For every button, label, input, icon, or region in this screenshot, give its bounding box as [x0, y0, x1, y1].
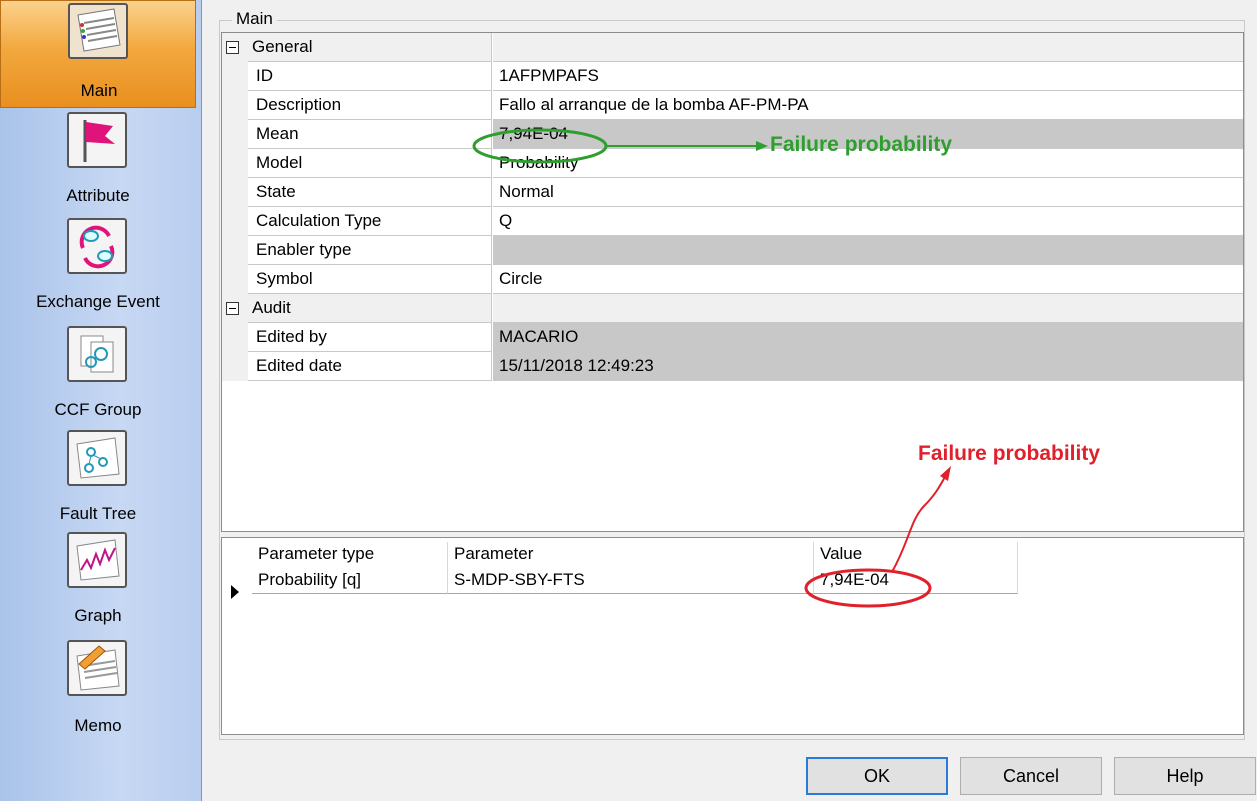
- ccf-group-icon: [67, 326, 127, 382]
- property-row-description[interactable]: Description Fallo al arranque de la bomb…: [222, 91, 1243, 120]
- property-value[interactable]: Fallo al arranque de la bomba AF-PM-PA: [493, 91, 1243, 120]
- property-label: ID: [248, 62, 492, 91]
- property-label: Enabler type: [248, 236, 492, 265]
- property-row-state[interactable]: State Normal: [222, 178, 1243, 207]
- grid-gutter: [222, 323, 248, 352]
- annotation-label-value: Failure probability: [918, 442, 1101, 465]
- column-header-parameter-type[interactable]: Parameter type: [252, 542, 448, 568]
- property-row-symbol[interactable]: Symbol Circle: [222, 265, 1243, 294]
- nav-item-label: Graph: [74, 606, 122, 625]
- nav-item-label: CCF Group: [54, 400, 142, 419]
- flag-icon: [67, 112, 127, 168]
- grid-gutter: [222, 207, 248, 236]
- property-value[interactable]: 15/11/2018 12:49:23: [493, 352, 1243, 381]
- annotation-label-mean: Failure probability: [770, 133, 953, 156]
- property-row-id[interactable]: ID 1AFPMPAFS: [222, 62, 1243, 91]
- column-header-value[interactable]: Value: [814, 542, 1018, 568]
- category-label: Audit: [248, 294, 492, 323]
- help-button[interactable]: Help: [1114, 757, 1256, 795]
- ok-button[interactable]: OK: [806, 757, 948, 795]
- category-value: [493, 294, 1243, 323]
- table-header: Parameter type Parameter Value: [222, 542, 1018, 568]
- property-row-mean[interactable]: Mean 7,94E-04: [222, 120, 1243, 149]
- group-title: Main: [232, 9, 277, 29]
- grid-gutter: [222, 265, 248, 294]
- memo-pencil-icon: [67, 640, 127, 696]
- grid-gutter: [222, 352, 248, 381]
- property-value[interactable]: Circle: [493, 265, 1243, 294]
- cell-value[interactable]: 7,94E-04: [814, 568, 1018, 594]
- category-value: [493, 33, 1243, 62]
- property-label: Calculation Type: [248, 207, 492, 236]
- grid-gutter: [222, 294, 248, 323]
- grid-gutter: [222, 236, 248, 265]
- property-row-model[interactable]: Model Probability: [222, 149, 1243, 178]
- property-row-edited-by[interactable]: Edited by MACARIO: [222, 323, 1243, 352]
- category-general[interactable]: General: [222, 33, 1243, 62]
- grid-gutter: [222, 62, 248, 91]
- cancel-button[interactable]: Cancel: [960, 757, 1102, 795]
- category-label: General: [248, 33, 492, 62]
- nav-item-label: Memo: [74, 716, 122, 735]
- property-row-enabler-type[interactable]: Enabler type: [222, 236, 1243, 265]
- property-value[interactable]: [493, 236, 1243, 265]
- property-label: Description: [248, 91, 492, 120]
- navigation-panel: Main Attribute Exchange Event CCF Group …: [0, 0, 202, 801]
- table-row[interactable]: Probability [q] S-MDP-SBY-FTS 7,94E-04: [222, 568, 1018, 594]
- nav-item-memo[interactable]: Memo: [0, 640, 196, 738]
- property-label: Model: [248, 149, 492, 178]
- main-doc-icon: [68, 3, 128, 59]
- property-value[interactable]: Q: [493, 207, 1243, 236]
- nav-item-main[interactable]: Main: [0, 0, 196, 108]
- property-row-edited-date[interactable]: Edited date 15/11/2018 12:49:23: [222, 352, 1243, 381]
- property-label: Edited by: [248, 323, 492, 352]
- property-label: State: [248, 178, 492, 207]
- nav-item-label: Attribute: [66, 186, 130, 205]
- property-value[interactable]: MACARIO: [493, 323, 1243, 352]
- fault-tree-icon: [67, 430, 127, 486]
- nav-item-label: Fault Tree: [59, 504, 137, 523]
- nav-item-fault-tree[interactable]: Fault Tree: [0, 430, 196, 528]
- grid-gutter: [222, 91, 248, 120]
- property-row-calculation-type[interactable]: Calculation Type Q: [222, 207, 1243, 236]
- property-label: Symbol: [248, 265, 492, 294]
- cell-parameter[interactable]: S-MDP-SBY-FTS: [448, 568, 814, 594]
- nav-item-attribute[interactable]: Attribute: [0, 112, 196, 210]
- collapse-icon[interactable]: [226, 302, 239, 315]
- property-label: Mean: [248, 120, 492, 149]
- nav-item-label: Main: [80, 81, 118, 100]
- nav-item-ccf-group[interactable]: CCF Group: [0, 326, 196, 424]
- cell-parameter-type[interactable]: Probability [q]: [252, 568, 448, 594]
- exchange-cycle-icon: [67, 218, 127, 274]
- nav-item-label: Exchange Event: [36, 292, 160, 311]
- parameter-table[interactable]: Parameter type Parameter Value Probabili…: [221, 537, 1244, 735]
- nav-item-exchange-event[interactable]: Exchange Event: [0, 218, 196, 316]
- grid-gutter: [222, 120, 248, 149]
- property-value[interactable]: Normal: [493, 178, 1243, 207]
- property-value[interactable]: 1AFPMPAFS: [493, 62, 1243, 91]
- grid-gutter: [222, 149, 248, 178]
- group-border: [219, 20, 1245, 21]
- nav-item-graph[interactable]: Graph: [0, 532, 196, 630]
- collapse-icon[interactable]: [226, 41, 239, 54]
- graph-icon: [67, 532, 127, 588]
- column-header-parameter[interactable]: Parameter: [448, 542, 814, 568]
- property-label: Edited date: [248, 352, 492, 381]
- grid-gutter: [222, 178, 248, 207]
- category-audit[interactable]: Audit: [222, 294, 1243, 323]
- grid-gutter: [222, 33, 248, 62]
